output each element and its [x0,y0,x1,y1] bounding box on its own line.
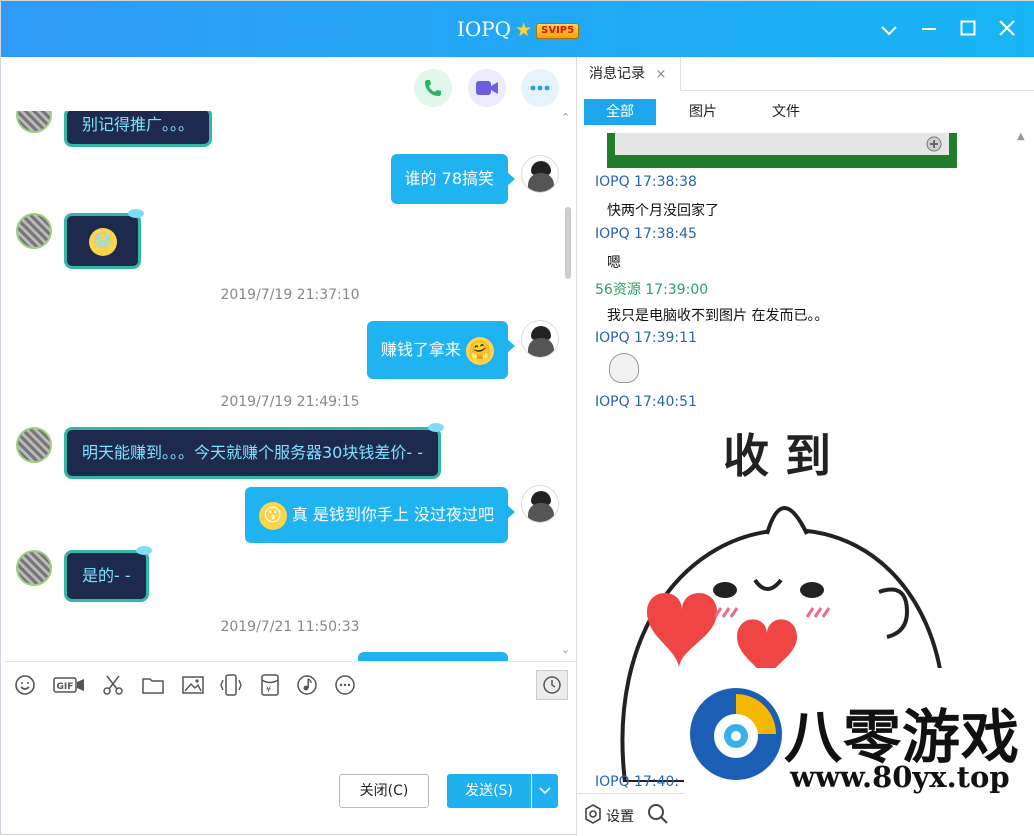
settings-link[interactable]: 设置 [606,806,634,826]
scroll-up-arrow[interactable]: ▲ [1017,131,1025,142]
emoji-icon[interactable] [12,672,38,698]
timestamp: 2019/7/19 21:49:15 [220,394,360,410]
avatar[interactable] [521,320,559,358]
close-tab-icon[interactable]: × [655,67,666,82]
gear-icon [585,804,601,824]
history-sender: IOPQ 17:38:45 [595,226,697,242]
contact-name: IOPQ [456,17,512,41]
message-bubble: 是的- - [64,546,152,602]
more-icon[interactable] [332,672,358,698]
minimize-button[interactable] [915,15,943,43]
svg-text:GIF: GIF [57,682,74,692]
message-bubble: 😂 [64,209,144,269]
scroll-down-arrow[interactable]: ⌄ [561,643,570,656]
vip-badge: SVIP5 [536,22,580,39]
send-button[interactable]: 发送(S) [447,774,531,808]
history-sender: 56资源 17:39:00 [595,282,709,298]
kiss-emoji-icon: 😗 [258,501,287,530]
folder-icon[interactable] [140,672,166,698]
watermark-logo-icon [690,688,782,780]
history-message: 我只是电脑收不到图片 在发而已。。 [607,308,829,324]
scroll-up-arrow[interactable]: ⌃ [561,111,570,124]
scissors-icon[interactable] [100,672,126,698]
close-button[interactable]: 关闭(C) [339,774,429,808]
chevron-down-icon[interactable] [875,15,903,43]
red-packet-icon[interactable]: ¥ [257,672,283,698]
avatar[interactable] [16,550,52,586]
message-bubble: 😗 真 是钱到你手上 没过夜过吧 [244,487,515,543]
zoom-icon [926,136,942,152]
filter-images[interactable]: 图片 [667,99,739,125]
maximize-button[interactable] [954,15,982,43]
history-sender: IOPQ 17:38:38 [595,174,697,190]
history-sender: IOPQ 17:39:11 [595,330,697,346]
message-input[interactable] [4,709,576,769]
history-sender: IOPQ 17:40:51 [595,394,697,410]
message-bubble: 赚钱了拿来 🤗 [366,321,515,379]
timestamp: 2019/7/19 21:37:10 [220,287,360,303]
more-options-button[interactable] [521,69,559,107]
input-toolbar: GIF ¥ [4,661,576,709]
history-message: 嗯 [607,255,621,271]
avatar[interactable] [16,213,52,249]
voice-call-button[interactable] [414,69,452,107]
scrollbar[interactable] [565,207,571,279]
history-message: 快两个月没回家了 [607,203,719,219]
history-sender: IOPQ 17:40: [595,774,680,790]
watermark-url: www.80yx.top [790,760,1010,794]
hug-emoji-icon: 🤗 [466,336,494,365]
filter-all[interactable]: 全部 [584,99,656,125]
chat-window: IOPQ ★ SVIP5 别记得推广。。。 谁的 78搞笑 😂 2019/7/1… [0,0,1034,836]
star-icon: ★ [515,19,533,41]
chevron-down-icon [539,787,551,795]
watermark: 八零游戏 www.80yx.top [684,668,1034,836]
tab-message-history[interactable]: 消息记录 × [577,57,681,91]
send-options-button[interactable] [532,774,558,808]
search-icon[interactable] [647,803,669,825]
avatar[interactable] [521,155,559,193]
history-clock-icon[interactable] [536,670,568,700]
close-window-button[interactable] [993,15,1021,43]
avatar[interactable] [521,485,559,523]
chat-area[interactable]: 别记得推广。。。 谁的 78搞笑 😂 2019/7/19 21:37:10 赚钱… [4,57,576,661]
image-icon[interactable] [180,672,206,698]
shake-icon[interactable] [218,672,244,698]
filter-files[interactable]: 文件 [750,99,822,125]
message-bubble: 谁的 78搞笑 [390,154,515,204]
image-thumbnail[interactable] [607,133,957,168]
ghost-sticker-icon [609,353,639,383]
gif-icon[interactable]: GIF [52,672,86,698]
message-bubble: 明天能赚到。。。今天就赚个服务器30块钱差价- - [64,423,444,479]
message-bubble: 别记得推广。。。 [64,107,213,147]
svg-text:¥: ¥ [266,685,271,694]
title-bar: IOPQ ★ SVIP5 [1,1,1034,57]
timestamp: 2019/7/21 11:50:33 [220,619,360,635]
sticker-text: 收 到 [723,429,831,483]
laughing-emoji-icon: 😂 [88,227,117,256]
avatar[interactable] [16,427,52,463]
video-call-button[interactable] [468,69,506,107]
message-bubble [358,652,508,661]
music-icon[interactable] [294,672,320,698]
